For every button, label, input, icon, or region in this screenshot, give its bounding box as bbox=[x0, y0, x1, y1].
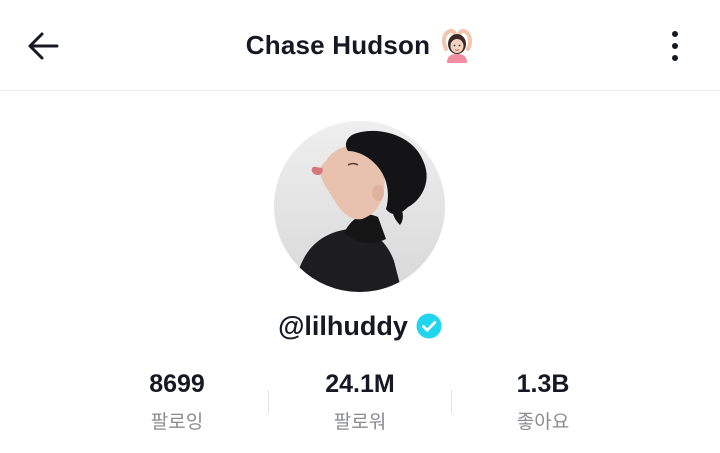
profile-photo bbox=[274, 121, 445, 292]
top-app-bar: Chase Hudson bbox=[0, 0, 720, 91]
stat-following[interactable]: 8699 팔로잉 bbox=[86, 366, 268, 434]
username-row: @lilhuddy bbox=[0, 306, 720, 346]
profile-title: Chase Hudson bbox=[0, 25, 720, 65]
stat-likes[interactable]: 1.3B 좋아요 bbox=[452, 366, 634, 434]
ellipsis-dot bbox=[672, 55, 678, 61]
vertical-ellipsis-icon bbox=[672, 31, 678, 37]
avatar[interactable] bbox=[274, 121, 445, 292]
stat-followers[interactable]: 24.1M 팔로워 bbox=[269, 366, 451, 434]
woman-gesturing-ok-emoji-icon bbox=[442, 28, 473, 63]
username: @lilhuddy bbox=[278, 310, 408, 341]
page-title: Chase Hudson bbox=[245, 29, 431, 60]
more-options-button[interactable] bbox=[660, 26, 690, 66]
followers-count: 24.1M bbox=[325, 370, 395, 398]
likes-label: 좋아요 bbox=[516, 411, 570, 433]
likes-count: 1.3B bbox=[516, 370, 570, 398]
followers-label: 팔로워 bbox=[333, 411, 387, 433]
following-count: 8699 bbox=[149, 370, 205, 398]
verified-badge-icon bbox=[416, 313, 442, 339]
profile-stats: 8699 팔로잉 24.1M 팔로워 1.3B 좋아요 bbox=[86, 366, 634, 446]
following-label: 팔로잉 bbox=[150, 411, 204, 433]
ellipsis-dot bbox=[672, 43, 678, 49]
